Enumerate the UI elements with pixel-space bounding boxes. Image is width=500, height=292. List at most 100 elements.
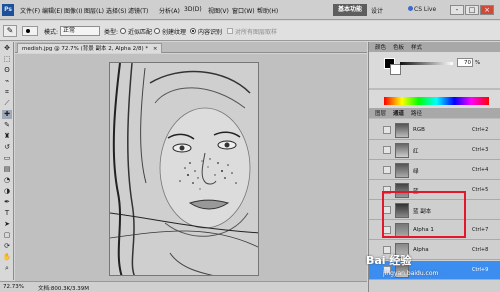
visibility-eye-icon[interactable] <box>383 146 391 154</box>
status-bar: 72.73% 文档:800.3K/3.39M <box>0 281 367 292</box>
radio-create-texture[interactable] <box>154 28 160 34</box>
mode-label: 模式: <box>44 29 59 36</box>
channel-thumbnail <box>395 123 409 138</box>
crop-tool-icon[interactable]: ⌗ <box>2 88 12 97</box>
cs-live-label: CS Live <box>414 6 437 13</box>
menu-image[interactable]: 图像(I) <box>64 6 82 15</box>
mode-select[interactable]: 正常 <box>60 26 100 36</box>
baidu-jingyan-watermark: Bai 经验 <box>366 254 412 267</box>
pen-tool-icon[interactable]: ✒ <box>2 198 12 207</box>
channel-shortcut: Ctrl+4 <box>472 167 489 173</box>
baidu-jingyan-url: jingyan.baidu.com <box>383 270 439 277</box>
menu-layer[interactable]: 图层(L) <box>84 6 104 15</box>
channel-shortcut: Ctrl+8 <box>472 247 489 253</box>
channel-shortcut: Ctrl+7 <box>472 227 489 233</box>
k-slider[interactable] <box>400 62 453 65</box>
channel-row-red[interactable]: 红 Ctrl+3 <box>369 141 500 160</box>
menu-help[interactable]: 帮助(H) <box>257 6 278 15</box>
menu-select[interactable]: 选择(S) <box>106 6 127 15</box>
k-value-input[interactable]: 70 <box>457 58 473 67</box>
minimize-button[interactable]: - <box>450 5 464 15</box>
channel-name: RGB <box>413 127 425 133</box>
tab-layers[interactable]: 图层 <box>375 109 386 117</box>
tab-paths[interactable]: 路径 <box>411 109 422 117</box>
color-panel-tabs: 颜色 色板 样式 <box>369 42 500 52</box>
dodge-tool-icon[interactable]: ◑ <box>2 187 12 196</box>
document-size: 文档:800.3K/3.39M <box>38 286 90 292</box>
3d-rotate-tool-icon[interactable]: ⟳ <box>2 242 12 251</box>
tab-styles[interactable]: 样式 <box>411 43 422 51</box>
visibility-eye-icon[interactable] <box>383 126 391 134</box>
tab-channels[interactable]: 通道 <box>393 109 404 117</box>
menu-filter[interactable]: 滤镜(T) <box>128 6 148 15</box>
background-color-swatch[interactable] <box>390 64 401 75</box>
photoshop-logo: Ps <box>2 4 14 16</box>
zoom-tool-icon[interactable]: ⌕ <box>2 264 12 273</box>
mode-value: 正常 <box>63 27 76 34</box>
channel-thumbnail <box>395 163 409 178</box>
menu-3d[interactable]: 3D(D) <box>184 6 202 13</box>
gradient-tool-icon[interactable]: ▤ <box>2 165 12 174</box>
portrait-sketch-image <box>110 63 258 275</box>
tab-swatches[interactable]: 色板 <box>393 43 404 51</box>
channel-name: 绿 <box>413 169 419 175</box>
shape-tool-icon[interactable]: ▢ <box>2 231 12 240</box>
radio-content-aware[interactable] <box>190 28 196 34</box>
spot-healing-brush-tool-icon[interactable]: ✎ <box>3 25 17 37</box>
channel-thumbnail <box>395 143 409 158</box>
sample-all-layers-label: 对所有图层取样 <box>235 29 278 36</box>
menu-window[interactable]: 窗口(W) <box>232 6 255 15</box>
document-image[interactable] <box>109 62 259 276</box>
channel-row-rgb[interactable]: RGB Ctrl+2 <box>369 121 500 140</box>
radio-approx-label: 近似匹配 <box>128 29 153 36</box>
brush-dot-icon <box>26 29 30 33</box>
sample-all-layers-checkbox[interactable] <box>227 28 233 34</box>
canvas-area[interactable] <box>15 54 367 281</box>
clone-stamp-tool-icon[interactable]: ♜ <box>2 132 12 141</box>
menu-edit[interactable]: 编辑(E) <box>42 6 62 15</box>
document-tab-bar: medish.jpg @ 72.7% (背景 副本 2, Alpha 2/8) … <box>15 42 367 53</box>
brush-preset-picker[interactable] <box>22 26 38 36</box>
document-tab[interactable]: medish.jpg @ 72.7% (背景 副本 2, Alpha 2/8) … <box>17 43 163 53</box>
color-spectrum-bar[interactable] <box>384 97 489 105</box>
tab-color[interactable]: 颜色 <box>375 43 386 51</box>
menu-analysis[interactable]: 分析(A) <box>159 6 180 15</box>
radio-approx-match[interactable] <box>120 28 126 34</box>
options-bar: ✎ 模式: 正常 类型: 近似匹配 创建纹理 内容识别 对所有图层取样 <box>0 21 500 41</box>
zoom-level[interactable]: 72.73% <box>3 284 24 290</box>
healing-brush-tool-icon[interactable]: ✚ <box>2 110 12 119</box>
channel-name: 红 <box>413 149 419 155</box>
workspace-design-button[interactable]: 设计 <box>371 6 383 15</box>
history-brush-tool-icon[interactable]: ↺ <box>2 143 12 152</box>
menu-bar: Ps 文件(F) 编辑(E) 图像(I) 图层(L) 选择(S) 滤镜(T) 分… <box>0 0 500 20</box>
eraser-tool-icon[interactable]: ▭ <box>2 154 12 163</box>
type-label: 类型: <box>104 29 119 36</box>
document-tab-title: medish.jpg @ 72.7% (背景 副本 2, Alpha 2/8) … <box>22 46 149 52</box>
layers-panel-tabs: 图层 通道 路径 <box>369 108 500 118</box>
cs-live-button[interactable]: CS Live <box>408 4 444 16</box>
hand-tool-icon[interactable]: ✋ <box>2 253 12 262</box>
menu-view[interactable]: 视图(V) <box>208 6 229 15</box>
channel-shortcut: Ctrl+9 <box>472 267 489 273</box>
marquee-tool-icon[interactable]: ⬚ <box>2 55 12 64</box>
workspace-essentials-button[interactable]: 基本功能 <box>333 4 367 16</box>
channel-row-green[interactable]: 绿 Ctrl+4 <box>369 161 500 180</box>
lasso-tool-icon[interactable]: ʘ <box>2 66 12 75</box>
maximize-button[interactable]: □ <box>465 5 479 15</box>
eyedropper-tool-icon[interactable]: ⟋ <box>2 99 12 108</box>
radio-content-label: 内容识别 <box>198 29 223 36</box>
move-tool-icon[interactable]: ✥ <box>2 44 12 53</box>
type-tool-icon[interactable]: T <box>2 209 12 218</box>
close-button[interactable]: × <box>480 5 494 15</box>
blur-tool-icon[interactable]: ◔ <box>2 176 12 185</box>
color-panel: 70 % <box>369 52 500 88</box>
path-select-tool-icon[interactable]: ➤ <box>2 220 12 229</box>
visibility-eye-icon[interactable] <box>383 166 391 174</box>
document-tab-close-icon[interactable]: × <box>153 46 158 52</box>
radio-texture-label: 创建纹理 <box>162 29 187 36</box>
brush-tool-icon[interactable]: ✎ <box>2 121 12 130</box>
channel-shortcut: Ctrl+3 <box>472 147 489 153</box>
quick-select-tool-icon[interactable]: ⌁ <box>2 77 12 86</box>
channel-shortcut: Ctrl+5 <box>472 187 489 193</box>
